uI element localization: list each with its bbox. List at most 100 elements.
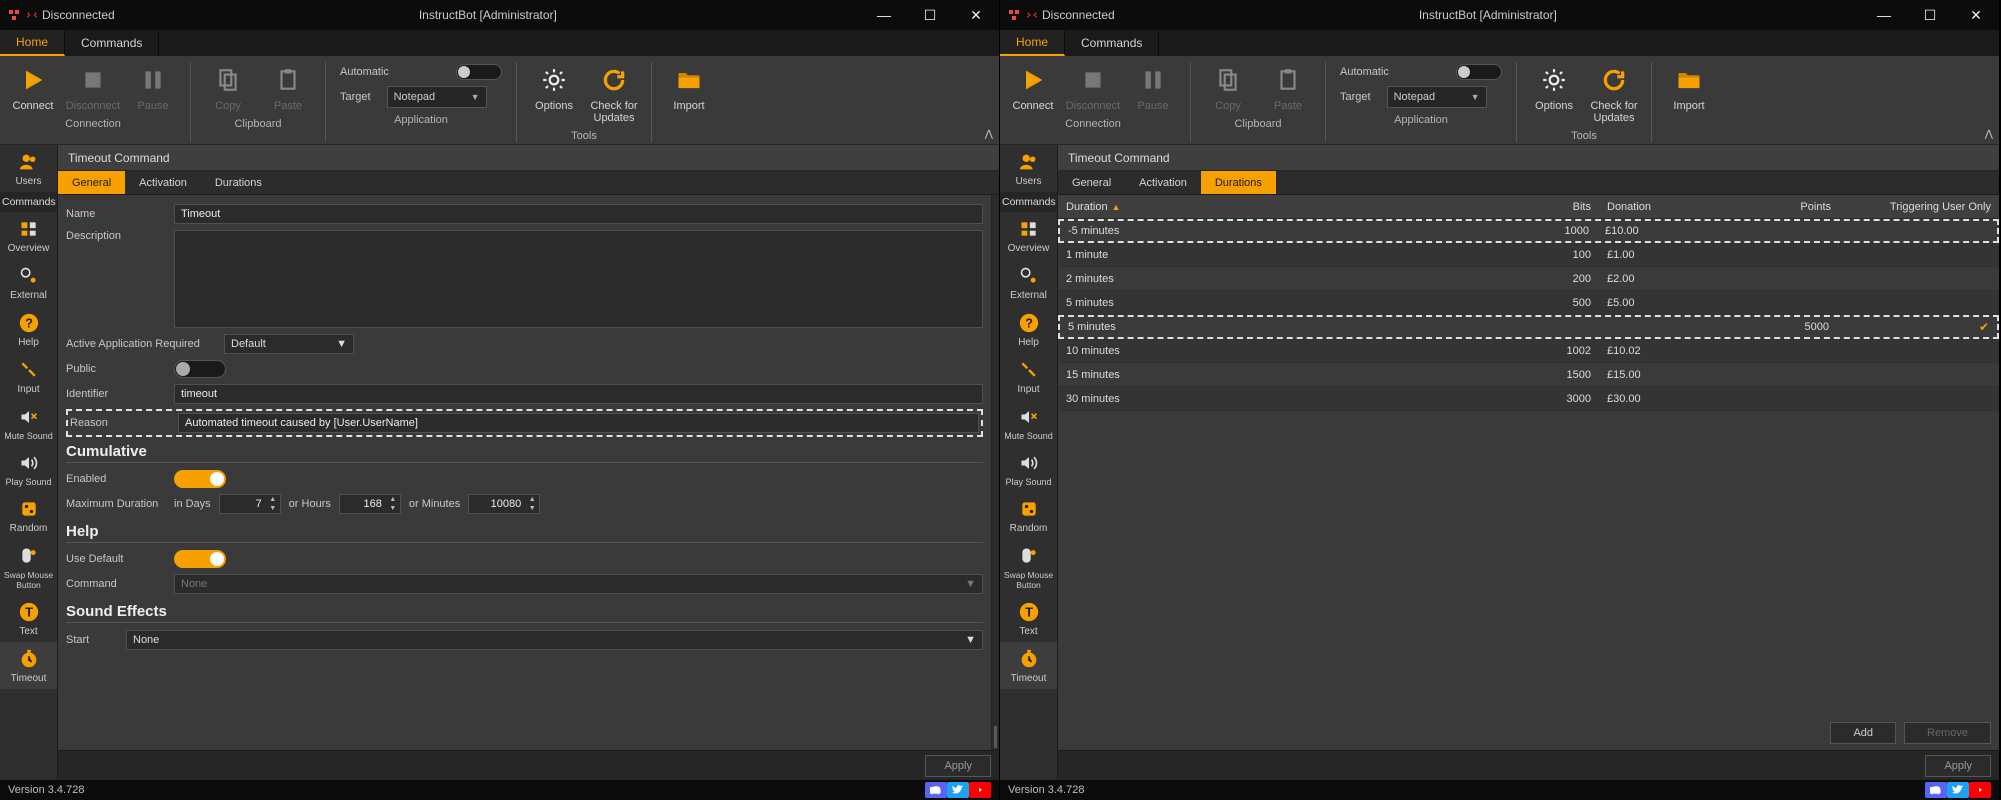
reason-input[interactable] [178,413,979,433]
hours-spinner[interactable]: ▲▼ [339,494,401,514]
maximize-button[interactable]: ☐ [907,0,953,30]
identifier-label: Identifier [66,388,166,400]
sidebar-item-users[interactable]: Users [1000,145,1057,192]
sidebar-item-overview[interactable]: Overview [1000,212,1057,259]
col-duration[interactable]: Duration [1066,201,1108,213]
description-input[interactable] [174,230,983,328]
import-button[interactable]: Import [662,62,716,114]
sidebar-item-swap-mouse[interactable]: Swap Mouse Button [1000,539,1057,595]
check-updates-button[interactable]: Check for Updates [587,62,641,126]
maximize-button[interactable]: ☐ [1907,0,1953,30]
tab-activation[interactable]: Activation [125,171,201,194]
cell-bits: 500 [1489,291,1599,314]
sidebar-item-play-sound[interactable]: Play Sound [1000,446,1057,492]
table-header[interactable]: Duration▲ Bits Donation Points Triggerin… [1058,195,1999,219]
minimize-button[interactable]: — [861,0,907,30]
tab-durations[interactable]: Durations [1201,171,1276,194]
command-select[interactable]: None▼ [174,574,983,594]
minimize-button[interactable]: — [1861,0,1907,30]
sidebar-item-mute-sound[interactable]: Mute Sound [1000,400,1057,446]
check-updates-button[interactable]: Check for Updates [1587,62,1641,126]
sidebar-item-swap-mouse[interactable]: Swap Mouse Button [0,539,57,595]
sidebar-item-input[interactable]: Input [1000,353,1057,400]
name-label: Name [66,208,166,220]
sidebar-item-help[interactable]: ?Help [1000,306,1057,353]
table-row[interactable]: -5 minutes1000£10.00 [1058,219,1999,243]
sidebar-item-timeout[interactable]: Timeout [0,642,57,689]
scrollbar[interactable] [991,195,999,750]
sidebar-item-play-sound[interactable]: Play Sound [0,446,57,492]
apply-button[interactable]: Apply [1925,755,1991,777]
col-bits[interactable]: Bits [1489,195,1599,218]
table-row[interactable]: 15 minutes1500£15.00 [1058,363,1999,387]
folder-open-icon [673,64,705,96]
durations-table: Duration▲ Bits Donation Points Triggerin… [1058,195,1999,716]
close-button[interactable]: ✕ [1953,0,1999,30]
sidebar-item-help[interactable]: ?Help [0,306,57,353]
minutes-spinner[interactable]: ▲▼ [468,494,540,514]
start-select[interactable]: None▼ [126,630,983,650]
minutes-value[interactable] [469,498,525,510]
discord-icon[interactable] [925,782,947,798]
sidebar-item-text[interactable]: TText [1000,595,1057,642]
sidebar-item-random[interactable]: Random [1000,492,1057,539]
tab-durations[interactable]: Durations [201,171,276,194]
close-button[interactable]: ✕ [953,0,999,30]
tab-commands[interactable]: Commands [65,30,159,56]
target-combo[interactable]: Notepad▼ [387,86,487,108]
ribbon-collapse-button[interactable]: ⋀ [1985,129,1993,140]
tab-general[interactable]: General [58,171,125,194]
connect-button[interactable]: Connect [6,62,60,114]
youtube-icon[interactable] [969,782,991,798]
tab-commands[interactable]: Commands [1065,30,1159,56]
days-spinner[interactable]: ▲▼ [219,494,281,514]
table-row[interactable]: 30 minutes3000£30.00 [1058,387,1999,411]
sidebar-item-external[interactable]: External [0,259,57,306]
target-combo[interactable]: Notepad▼ [1387,86,1487,108]
sidebar-item-input[interactable]: Input [0,353,57,400]
tab-general[interactable]: General [1058,171,1125,194]
sidebar-item-mute-sound[interactable]: Mute Sound [0,400,57,446]
ribbon-collapse-button[interactable]: ⋀ [985,129,993,140]
sidebar-item-overview[interactable]: Overview [0,212,57,259]
table-row[interactable]: 5 minutes5000✔ [1058,315,1999,339]
import-button[interactable]: Import [1662,62,1716,114]
identifier-input[interactable] [174,384,983,404]
sidebar-item-text[interactable]: TText [0,595,57,642]
options-button[interactable]: Options [1527,62,1581,114]
status-bar: Version 3.4.728 [0,780,999,800]
youtube-icon[interactable] [1969,782,1991,798]
apply-button[interactable]: Apply [925,755,991,777]
enabled-toggle[interactable] [174,470,226,488]
ribbon-separator [651,62,652,142]
col-donation[interactable]: Donation [1599,195,1719,218]
days-value[interactable] [220,498,266,510]
twitter-icon[interactable] [947,782,969,798]
automatic-toggle[interactable] [1456,64,1502,80]
twitter-icon[interactable] [1947,782,1969,798]
tab-home[interactable]: Home [0,30,65,56]
cell-donation: £1.00 [1599,243,1719,266]
discord-icon[interactable] [1925,782,1947,798]
options-button[interactable]: Options [527,62,581,114]
tab-activation[interactable]: Activation [1125,171,1201,194]
automatic-toggle[interactable] [456,64,502,80]
table-row[interactable]: 5 minutes500£5.00 [1058,291,1999,315]
sidebar-item-users[interactable]: Users [0,145,57,192]
aar-select[interactable]: Default▼ [224,334,354,354]
connect-button[interactable]: Connect [1006,62,1060,114]
col-trigger[interactable]: Triggering User Only [1839,195,1999,218]
table-row[interactable]: 10 minutes1002£10.02 [1058,339,1999,363]
hours-value[interactable] [340,498,386,510]
name-input[interactable] [174,204,983,224]
table-row[interactable]: 2 minutes200£2.00 [1058,267,1999,291]
sidebar-item-timeout[interactable]: Timeout [1000,642,1057,689]
col-points[interactable]: Points [1719,195,1839,218]
table-row[interactable]: 1 minute100£1.00 [1058,243,1999,267]
sidebar-item-random[interactable]: Random [0,492,57,539]
public-toggle[interactable] [174,360,226,378]
add-button[interactable]: Add [1830,722,1896,744]
tab-home[interactable]: Home [1000,30,1065,56]
sidebar-item-external[interactable]: External [1000,259,1057,306]
use-default-toggle[interactable] [174,550,226,568]
